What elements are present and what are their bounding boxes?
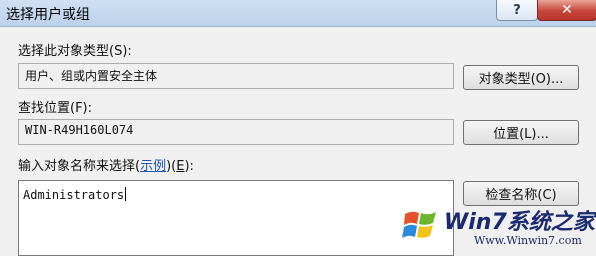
location-button[interactable]: 位置(L)... xyxy=(463,120,579,145)
help-button[interactable]: ? xyxy=(496,0,538,21)
object-types-field: 用户、组或内置安全主体 xyxy=(18,63,454,89)
close-button[interactable]: ✕ xyxy=(537,0,596,21)
watermark-text: Win7系统之家 xyxy=(444,210,595,235)
object-names-label: 输入对象名称来选择(示例)(E): xyxy=(18,155,194,174)
object-types-button[interactable]: 对象类型(O)... xyxy=(463,65,579,90)
object-names-label-prefix: 输入对象名称来选择( xyxy=(18,159,141,174)
object-names-label-suffix: )( xyxy=(166,159,177,174)
watermark-url: Www.Winwin7.com xyxy=(474,234,582,247)
object-names-input[interactable]: Administrators xyxy=(18,180,454,256)
window-title: 选择用户或组 xyxy=(6,7,90,23)
object-names-value: Administrators xyxy=(23,188,125,202)
dialog-window: 选择用户或组 ? ✕ 选择此对象类型(S): 用户、组或内置安全主体 对象类型(… xyxy=(0,0,596,256)
location-field: WIN-R49H160L074 xyxy=(18,119,454,145)
watermark: Win7系统之家 Www.Winwin7.com xyxy=(400,200,596,256)
help-icon: ? xyxy=(513,2,521,18)
location-label: 查找位置(F): xyxy=(18,101,93,116)
object-types-label: 选择此对象类型(S): xyxy=(18,44,132,59)
object-names-label-end: ): xyxy=(184,159,194,174)
title-bar: 选择用户或组 ? ✕ xyxy=(0,0,596,27)
text-caret xyxy=(125,187,127,201)
windows-logo-icon xyxy=(402,211,436,238)
examples-link[interactable]: 示例 xyxy=(140,159,166,174)
close-icon: ✕ xyxy=(561,2,573,18)
